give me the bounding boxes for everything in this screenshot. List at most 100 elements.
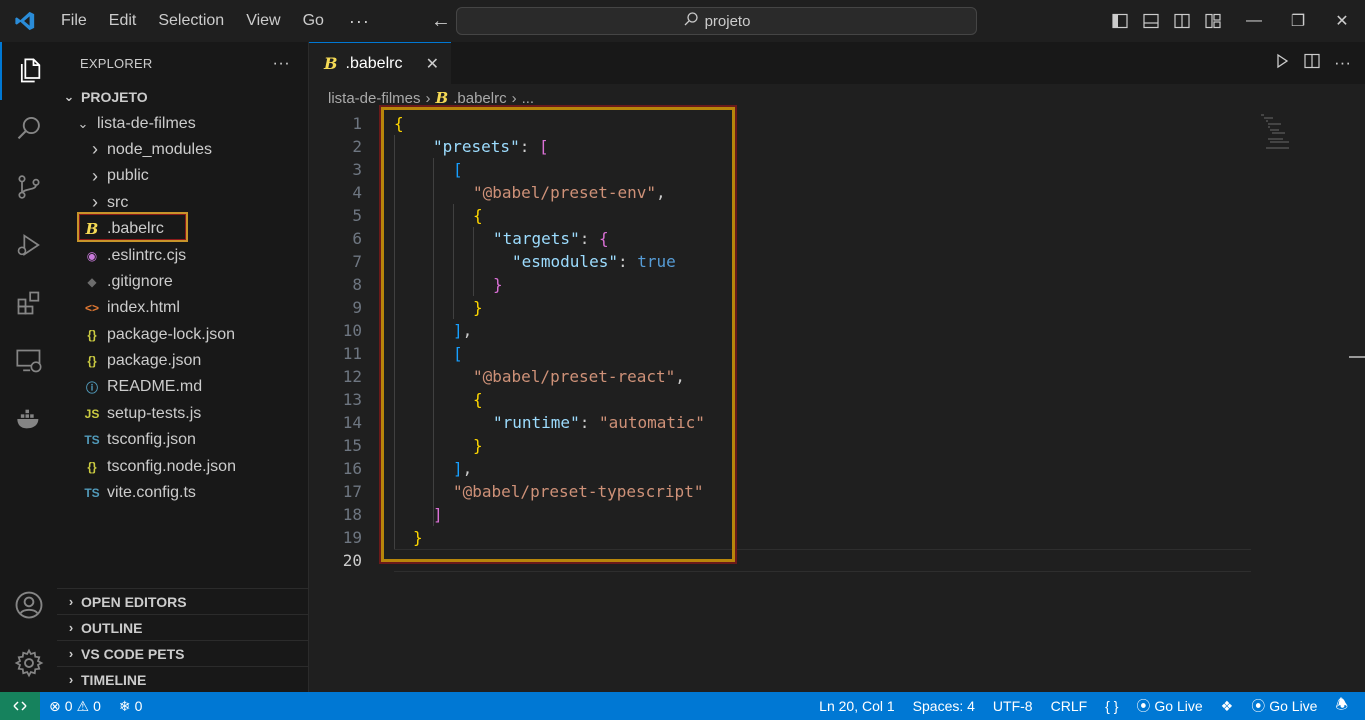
notifications-bell-icon[interactable]: 🕭	[1326, 692, 1357, 720]
menu-more-button[interactable]: ···	[335, 0, 384, 42]
more-actions-icon[interactable]: ···	[1334, 53, 1351, 73]
section-open-editors[interactable]: › OPEN EDITORS	[57, 588, 309, 614]
go-live-button-2[interactable]: ⦿ Go Live	[1242, 692, 1326, 720]
ports-indicator[interactable]: ❄ 0	[110, 692, 152, 720]
remote-indicator-icon[interactable]	[0, 692, 40, 720]
go-live-button[interactable]: ⦿ Go Live	[1127, 692, 1211, 720]
line-number: 15	[342, 436, 362, 455]
tree-item-label: .eslintrc.cjs	[107, 246, 187, 264]
code-editor[interactable]: 1 { 2 "presets": [ 3 [ 4 "@babel/preset-env"…	[309, 107, 1365, 692]
code-line-12: "@babel/preset-react",	[473, 367, 685, 386]
manage-gear-icon[interactable]	[0, 634, 57, 692]
files-icon[interactable]	[0, 42, 57, 100]
tree-file-index-html[interactable]: <> index.html	[57, 295, 308, 321]
search-icon[interactable]	[0, 100, 57, 158]
tree-file-tsconfig-node-json[interactable]: {} tsconfig.node.json	[57, 453, 308, 479]
code-line-15: }	[473, 436, 483, 455]
line-number: 9	[352, 298, 362, 317]
line-number: 5	[352, 206, 362, 225]
menu-view[interactable]: View	[235, 0, 291, 42]
tree-file-package-lock-json[interactable]: {} package-lock.json	[57, 322, 308, 348]
run-icon[interactable]	[1274, 53, 1290, 73]
code-line-16: ],	[453, 459, 473, 478]
breadcrumb-symbol[interactable]: ...	[522, 90, 535, 107]
menu-edit[interactable]: Edit	[98, 0, 148, 42]
window-controls: — ❐ ✕	[1232, 0, 1364, 42]
explorer-more-button[interactable]: ···	[272, 53, 290, 73]
section-vs-code-pets[interactable]: › VS CODE PETS	[57, 640, 309, 666]
toggle-panel-icon[interactable]	[1135, 13, 1166, 29]
run-debug-icon[interactable]	[0, 216, 57, 274]
toggle-secondary-sidebar-icon[interactable]	[1166, 13, 1197, 29]
section-timeline[interactable]: › TIMELINE	[57, 666, 309, 692]
chevron-right-icon: ›	[425, 89, 431, 107]
line-number: 14	[342, 413, 362, 432]
copilot-icon[interactable]: ❖	[1212, 692, 1243, 720]
tree-file-setup-tests-js[interactable]: JS setup-tests.js	[57, 401, 308, 427]
tree-folder-public[interactable]: › public	[57, 163, 308, 189]
chevron-right-icon: ›	[68, 672, 74, 687]
command-center-search[interactable]: projeto	[456, 7, 977, 35]
end-of-line[interactable]: CRLF	[1042, 692, 1097, 720]
close-tab-icon[interactable]: ✕	[426, 54, 439, 74]
cursor-position[interactable]: Ln 20, Col 1	[810, 692, 904, 720]
tree-file-README-md[interactable]: ⓘ README.md	[57, 374, 308, 400]
indentation[interactable]: Spaces: 4	[904, 692, 984, 720]
tree-file-vite-config-ts[interactable]: TS vite.config.ts	[57, 480, 308, 506]
tree-file-package-json[interactable]: {} package.json	[57, 348, 308, 374]
docker-icon[interactable]	[0, 390, 57, 448]
tree-file-tsconfig-json[interactable]: TS tsconfig.json	[57, 427, 308, 453]
menu-go[interactable]: Go	[292, 0, 335, 42]
tree-item-label: public	[107, 167, 149, 185]
tree-item-label: setup-tests.js	[107, 404, 202, 422]
menu-file[interactable]: File	[50, 0, 98, 42]
breadcrumb-file[interactable]: .babelrc	[453, 90, 506, 107]
tree-folder-node_modules[interactable]: › node_modules	[57, 137, 308, 163]
file-type-icon: TS	[84, 433, 100, 448]
minimap[interactable]	[1259, 112, 1299, 172]
code-line-19: }	[413, 528, 423, 547]
problems-indicator[interactable]: ⊗ 0 ⚠ 0	[40, 692, 110, 720]
remote-explorer-icon[interactable]	[0, 332, 57, 390]
tree-file-eslintrc-cjs[interactable]: ◉ .eslintrc.cjs	[57, 242, 308, 268]
encoding[interactable]: UTF-8	[984, 692, 1042, 720]
line-number: 8	[352, 275, 362, 294]
back-arrow-icon[interactable]: ←	[424, 0, 458, 42]
section-label: VS CODE PETS	[81, 645, 185, 662]
warning-count: 0	[93, 698, 101, 714]
extensions-icon[interactable]	[0, 274, 57, 332]
restore-icon[interactable]: ❐	[1276, 0, 1320, 42]
code-line-8: }	[493, 275, 503, 294]
line-number: 2	[352, 137, 362, 156]
file-type-icon: ⓘ	[85, 380, 98, 395]
split-editor-icon[interactable]	[1304, 53, 1320, 73]
chevron-right-icon: ›	[92, 192, 98, 213]
close-window-icon[interactable]: ✕	[1320, 0, 1364, 42]
tree-file-gitignore[interactable]: ◆ .gitignore	[57, 269, 308, 295]
breadcrumb-folder[interactable]: lista-de-filmes	[328, 90, 421, 107]
tree-item-label: tsconfig.node.json	[107, 457, 236, 475]
tab-babelrc[interactable]: B .babelrc ✕	[309, 42, 451, 84]
customize-layout-icon[interactable]	[1197, 13, 1228, 29]
section-label: OUTLINE	[81, 619, 143, 636]
language-mode[interactable]: { }	[1096, 692, 1127, 720]
minimize-icon[interactable]: —	[1232, 0, 1276, 42]
vscode-logo-icon	[0, 0, 50, 42]
file-type-icon: TS	[84, 486, 100, 501]
chevron-right-icon: ›	[511, 89, 517, 107]
line-number: 12	[342, 367, 362, 386]
account-icon[interactable]	[0, 576, 57, 634]
chevron-right-icon: ›	[68, 646, 74, 661]
search-icon	[683, 11, 699, 31]
source-control-icon[interactable]	[0, 158, 57, 216]
section-outline[interactable]: › OUTLINE	[57, 614, 309, 640]
line-number: 16	[342, 459, 362, 478]
tree-item-label: src	[107, 193, 129, 211]
tree-folder-lista-de-filmes[interactable]: ⌄ lista-de-filmes	[57, 110, 308, 136]
toggle-primary-sidebar-icon[interactable]	[1104, 13, 1135, 29]
section-label: OPEN EDITORS	[81, 593, 187, 610]
tree-root-projeto[interactable]: ⌄ PROJETO	[57, 84, 308, 110]
menu-selection[interactable]: Selection	[147, 0, 235, 42]
scrollbar-marker[interactable]	[1349, 356, 1365, 358]
section-label: TIMELINE	[81, 671, 147, 688]
